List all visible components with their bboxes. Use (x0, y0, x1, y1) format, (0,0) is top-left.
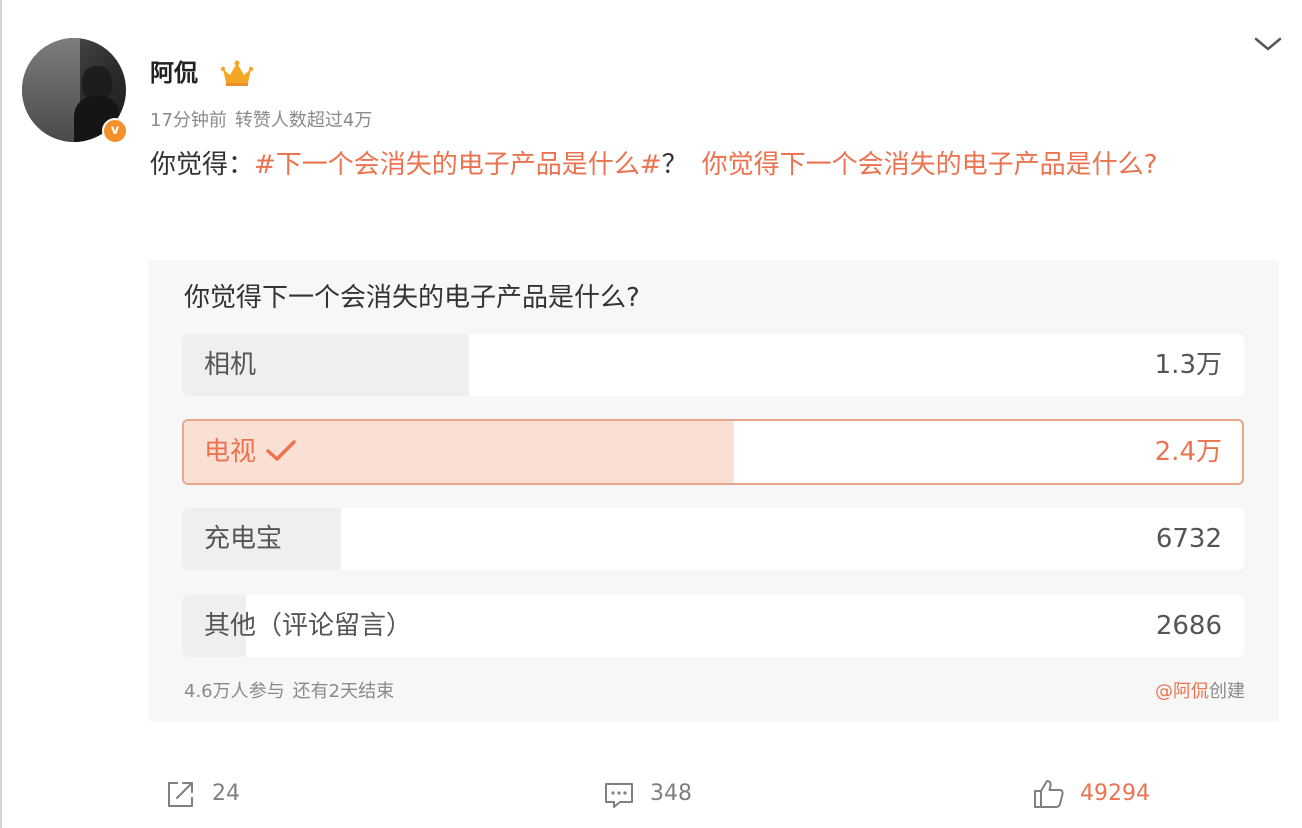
avatar-background (22, 38, 80, 142)
poll-created-label: 创建 (1209, 681, 1245, 702)
poll-creator-link[interactable]: @阿侃 (1155, 681, 1209, 702)
verified-badge-icon: v (102, 118, 128, 144)
post-time[interactable]: 17分钟前 (150, 110, 227, 131)
post-text-prefix: 你觉得： (150, 150, 255, 180)
poll-option-powerbank[interactable]: 充电宝 6732 (182, 508, 1244, 570)
author-name[interactable]: 阿侃 (150, 56, 198, 90)
like-count: 49294 (1080, 781, 1150, 806)
poll-option-label-wrap: 电视 (204, 421, 298, 483)
poll-creator: @阿侃创建 (1155, 678, 1245, 706)
reposts-note: 转赞人数超过4万 (234, 110, 373, 131)
like-button[interactable]: 49294 (1032, 776, 1150, 812)
poll-option-label: 相机 (204, 350, 257, 380)
like-icon (1034, 780, 1064, 808)
repost-count: 24 (212, 781, 240, 806)
chevron-down-icon[interactable] (1252, 34, 1284, 54)
avatar-head (82, 66, 112, 100)
post-meta: 17分钟前 转赞人数超过4万 (150, 108, 372, 134)
poll-option-other[interactable]: 其他（评论留言） 2686 (182, 595, 1244, 657)
weibo-post: v 阿侃 17分钟前 转赞人数超过4万 你觉得：#下一个会消失的电子产品是什么#？… (0, 0, 1302, 828)
poll-title: 你觉得下一个会消失的电子产品是什么? (184, 283, 640, 313)
comment-icon (605, 783, 633, 808)
comment-button[interactable]: 348 (602, 776, 692, 812)
poll-remaining: 还有2天结束 (292, 681, 395, 702)
poll-option-count: 2686 (1155, 611, 1222, 641)
crown-icon (220, 60, 254, 86)
repost-button[interactable]: 24 (164, 776, 240, 812)
poll-link[interactable]: 你觉得下一个会消失的电子产品是什么? (702, 150, 1158, 180)
post-text: 你觉得：#下一个会消失的电子产品是什么#？ 你觉得下一个会消失的电子产品是什么? (150, 144, 1240, 186)
topic-link[interactable]: #下一个会消失的电子产品是什么# (254, 150, 662, 180)
repost-icon (168, 782, 193, 807)
poll-option-camera[interactable]: 相机 1.3万 (182, 334, 1244, 396)
poll-option-count: 1.3万 (1154, 350, 1222, 380)
comment-count: 348 (650, 781, 692, 806)
poll-option-count: 2.4万 (1154, 437, 1222, 467)
poll-card: 你觉得下一个会消失的电子产品是什么? 相机 1.3万 电视 2.4万 充电宝 6… (148, 260, 1279, 722)
poll-participants: 4.6万人参与 (184, 681, 285, 702)
poll-option-count: 6732 (1155, 524, 1222, 554)
check-icon (266, 439, 296, 461)
poll-option-label: 电视 (204, 437, 257, 467)
poll-option-label: 其他（评论留言） (204, 611, 413, 641)
poll-stats: 4.6万人参与 还有2天结束 (184, 678, 394, 706)
poll-option-label: 充电宝 (204, 524, 283, 554)
post-text-middle: ？ (661, 150, 688, 180)
poll-option-tv[interactable]: 电视 2.4万 (182, 419, 1244, 485)
